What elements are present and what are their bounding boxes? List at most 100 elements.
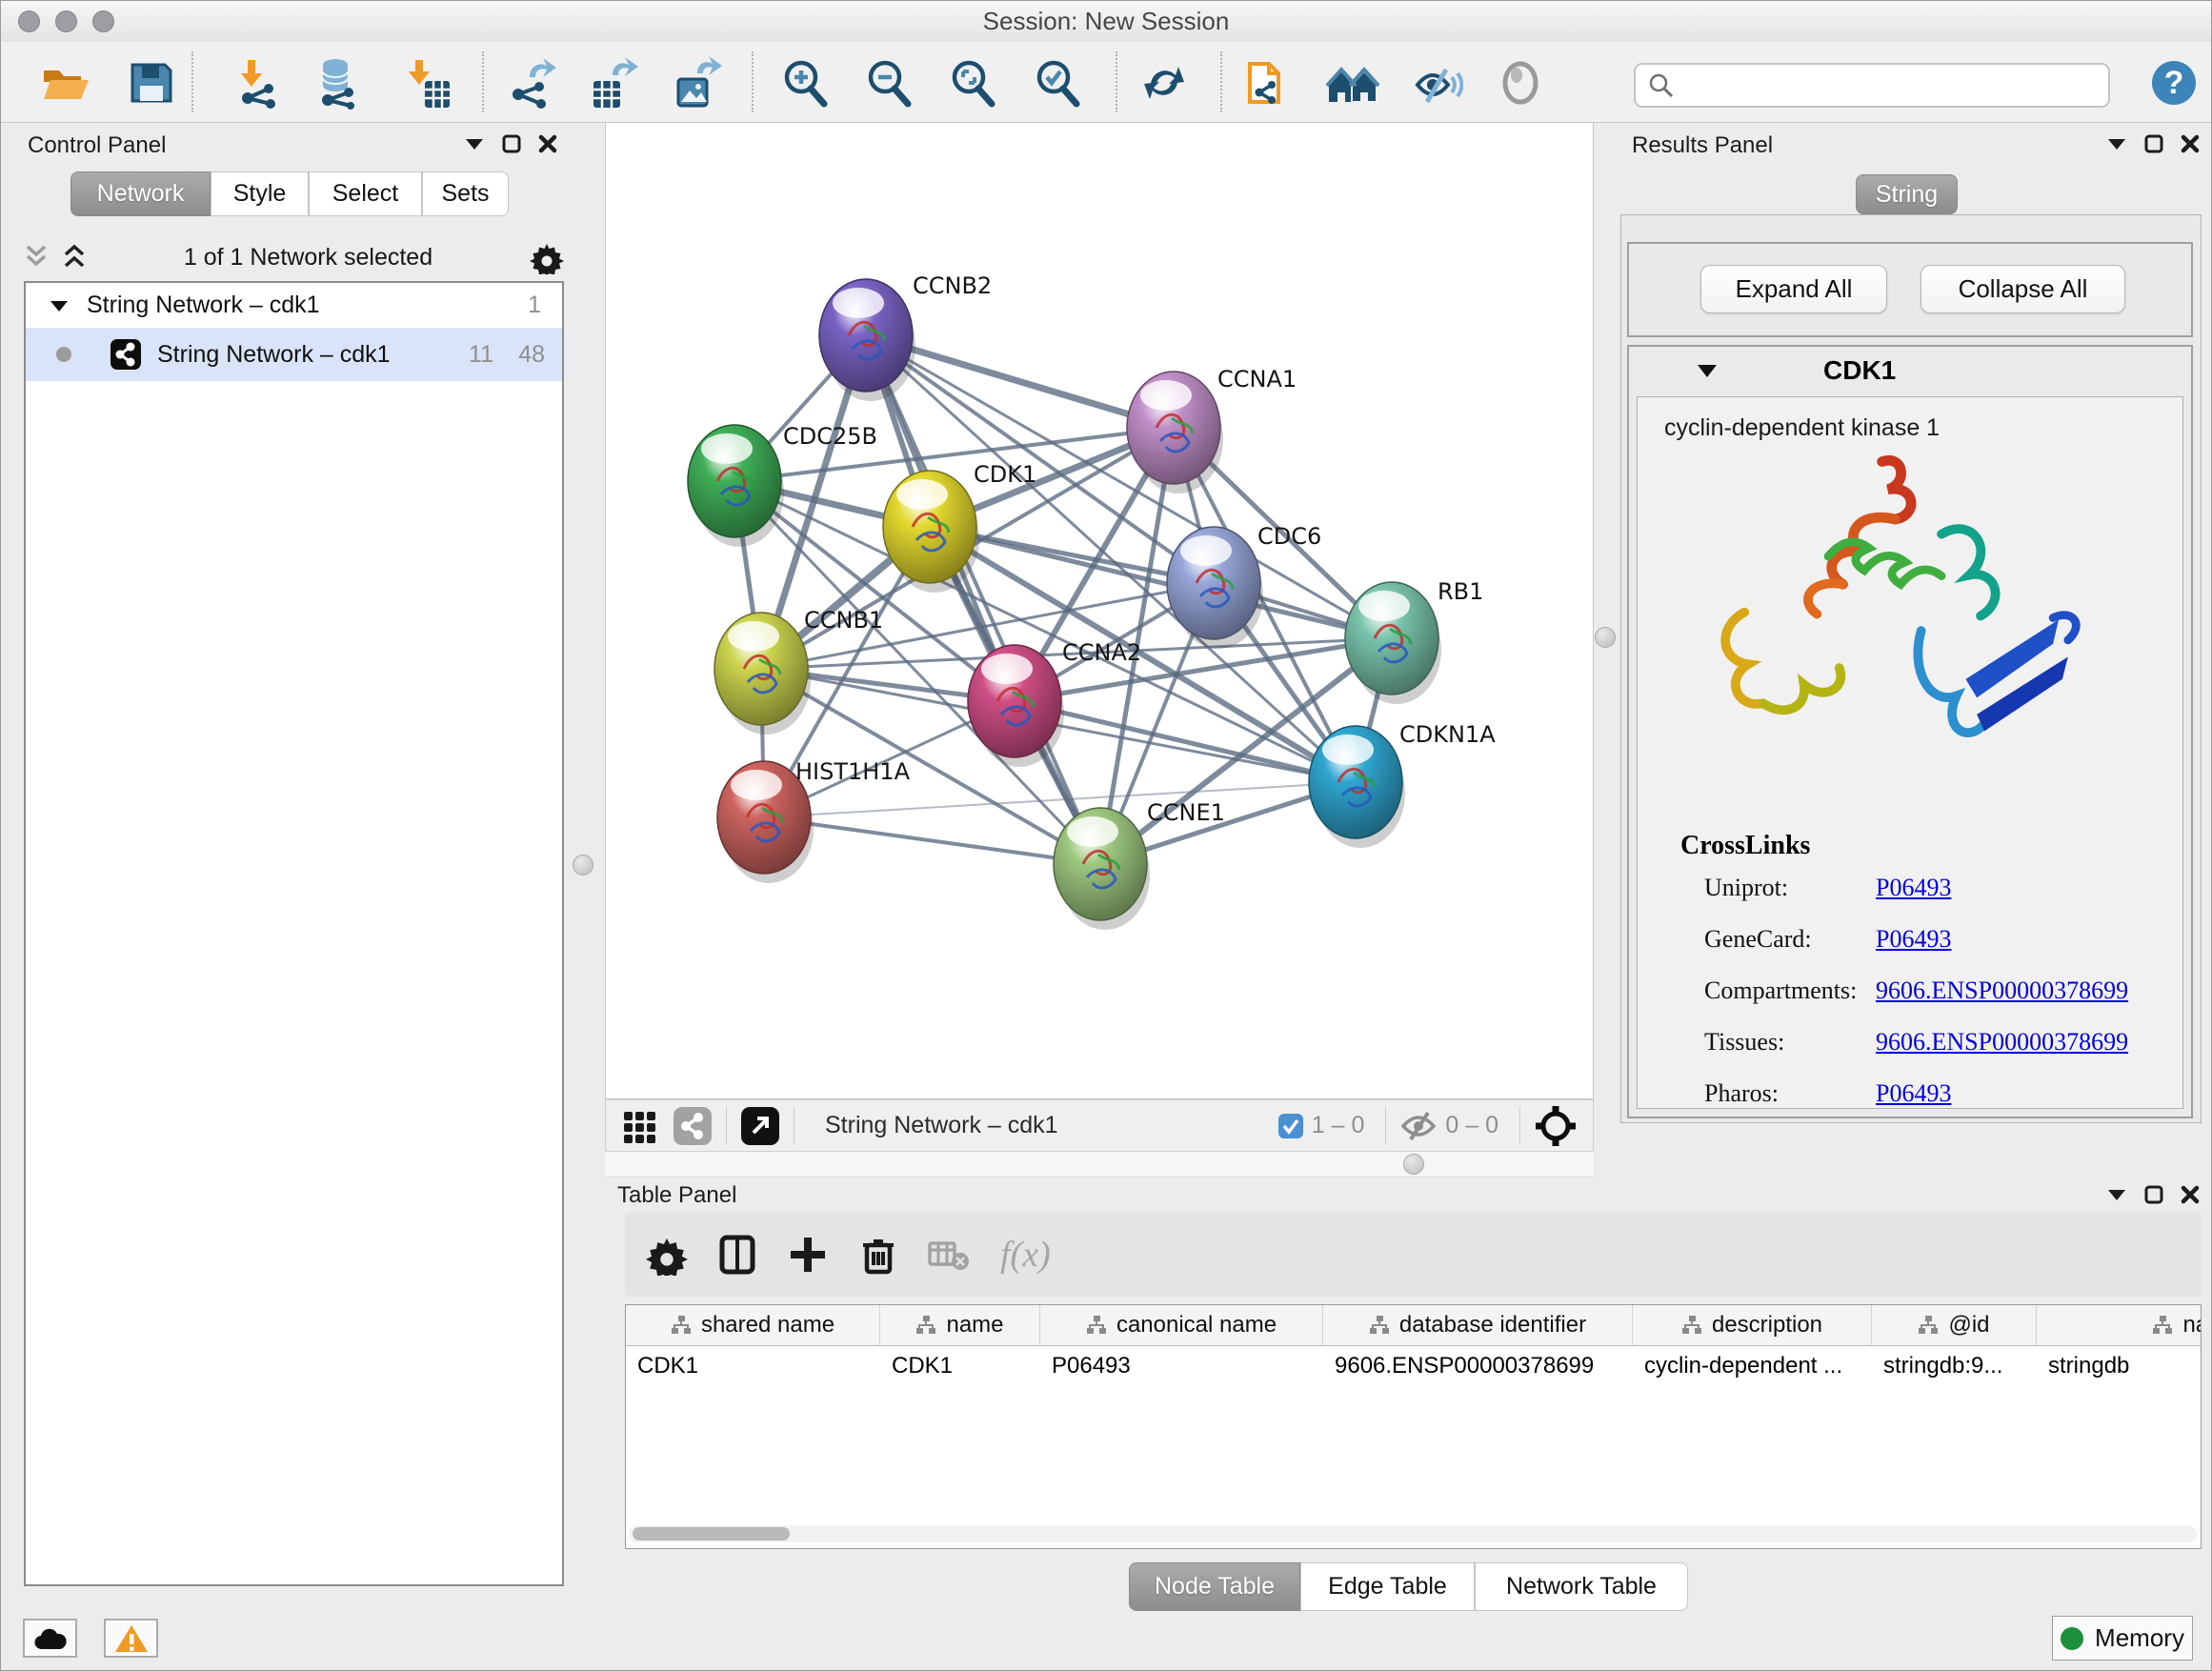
node-CDK1[interactable] [883, 471, 979, 593]
zoom-out-button[interactable] [861, 55, 916, 111]
panel-menu-icon[interactable] [2106, 136, 2127, 151]
node-CDC25B[interactable] [688, 425, 784, 547]
table-row[interactable]: CDK1CDK1P064939606.ENSP00000378699cyclin… [626, 1346, 2201, 1386]
crosslink-link[interactable]: P06493 [1876, 925, 1951, 953]
protein-section-header[interactable]: CDK1 [1629, 347, 2191, 394]
left-splitter-grip[interactable] [573, 855, 593, 876]
column-header-@id[interactable]: @id [1872, 1305, 2037, 1345]
tab-network[interactable]: Network [70, 171, 211, 216]
column-header-shared-name[interactable]: shared name [626, 1305, 880, 1345]
table-cell[interactable]: cyclin-dependent ... [1633, 1346, 1872, 1386]
cloud-status-button[interactable] [23, 1619, 77, 1658]
network-collection-row[interactable]: String Network – cdk1 1 [26, 283, 562, 328]
hide-graphics-details-button[interactable] [1409, 55, 1464, 111]
node-CCNA1[interactable] [1127, 372, 1223, 493]
node-CCNB2[interactable] [819, 279, 915, 401]
collapse-all-button[interactable]: Collapse All [1920, 265, 2125, 313]
collapse-all-networks-icon[interactable] [24, 243, 49, 272]
edge-HIST1H1A-CCNE1[interactable] [764, 817, 1100, 864]
table-horizontal-scrollbar[interactable] [629, 1525, 2197, 1542]
section-expander-icon[interactable] [1696, 362, 1719, 379]
crosslink-link[interactable]: 9606.ENSP00000378699 [1876, 976, 2128, 1004]
expand-all-networks-icon[interactable] [62, 243, 87, 272]
close-panel-icon[interactable] [2181, 134, 2200, 153]
show-graphics-details-button[interactable] [1493, 55, 1548, 111]
close-panel-icon[interactable] [538, 134, 557, 153]
birds-eye-toggle-icon[interactable] [1534, 1104, 1578, 1148]
expand-all-button[interactable]: Expand All [1700, 265, 1887, 313]
panel-menu-icon[interactable] [2106, 1187, 2127, 1202]
export-image-button[interactable] [668, 55, 723, 111]
column-header-name[interactable]: name [880, 1305, 1040, 1345]
tab-node-table[interactable]: Node Table [1129, 1562, 1300, 1611]
zoom-fit-button[interactable] [945, 55, 1000, 111]
tab-string[interactable]: String [1856, 174, 1958, 214]
open-session-button[interactable] [37, 55, 92, 111]
warnings-button[interactable] [104, 1619, 158, 1658]
float-panel-icon[interactable] [2144, 1185, 2163, 1204]
network-from-file-button[interactable] [1239, 55, 1295, 111]
crosslink-link[interactable]: P06493 [1876, 874, 1951, 901]
tab-sets[interactable]: Sets [422, 171, 509, 216]
search-input[interactable] [1676, 71, 2108, 100]
table-cell[interactable]: stringdb:9... [1872, 1346, 2037, 1386]
collection-expander-icon[interactable] [49, 298, 70, 313]
refresh-layout-button[interactable] [1136, 55, 1192, 111]
node-CCNB1[interactable] [714, 613, 811, 735]
zoom-selected-button[interactable] [1030, 55, 1085, 111]
float-panel-icon[interactable] [502, 134, 521, 153]
show-all-views-button[interactable] [1325, 55, 1380, 111]
table-cell[interactable]: CDK1 [880, 1346, 1040, 1386]
export-table-button[interactable] [585, 55, 640, 111]
tab-network-table[interactable]: Network Table [1475, 1562, 1688, 1611]
crosslink-link[interactable]: P06493 [1876, 1079, 1951, 1107]
export-network-button[interactable] [504, 55, 559, 111]
column-header-database-identifier[interactable]: database identifier [1323, 1305, 1633, 1345]
show-columns-icon[interactable] [716, 1234, 758, 1276]
splitter-grip[interactable] [1403, 1154, 1424, 1175]
node-CDKN1A[interactable] [1309, 726, 1405, 848]
table-cell[interactable]: stringdb [2037, 1346, 2202, 1386]
column-header-canonical-name[interactable]: canonical name [1040, 1305, 1323, 1345]
close-panel-icon[interactable] [2181, 1185, 2200, 1204]
network-options-gear-icon[interactable] [530, 240, 564, 274]
string-network-graph[interactable]: CCNB2CCNA1CDC25BCDK1CDC6RB1CCNB1CCNA2CDK… [606, 123, 1593, 1098]
table-cell[interactable]: 9606.ENSP00000378699 [1323, 1346, 1633, 1386]
create-column-icon[interactable] [787, 1234, 829, 1276]
node-CDC6[interactable] [1167, 527, 1263, 649]
node-RB1[interactable] [1345, 582, 1441, 704]
import-network-from-database-button[interactable] [310, 55, 365, 111]
zoom-in-button[interactable] [777, 55, 833, 111]
tab-style[interactable]: Style [211, 171, 309, 216]
save-session-button[interactable] [123, 55, 178, 111]
help-button[interactable]: ? [2146, 55, 2202, 111]
float-panel-icon[interactable] [2144, 134, 2163, 153]
right-splitter-grip[interactable] [1595, 627, 1616, 648]
view-grid-icon[interactable] [621, 1107, 659, 1145]
column-header-description[interactable]: description [1633, 1305, 1872, 1345]
table-options-gear-icon[interactable] [646, 1234, 688, 1276]
node-table[interactable]: shared namenamecanonical namedatabase id… [625, 1304, 2202, 1549]
global-search-field[interactable] [1634, 63, 2110, 108]
scrollbar-thumb[interactable] [633, 1527, 790, 1540]
panel-menu-icon[interactable] [464, 136, 485, 151]
network-canvas[interactable]: CCNB2CCNA1CDC25BCDK1CDC6RB1CCNB1CCNA2CDK… [605, 122, 1594, 1099]
hidden-eye-icon[interactable] [1399, 1111, 1438, 1141]
crosslink-link[interactable]: 9606.ENSP00000378699 [1876, 1028, 2128, 1056]
node-CCNE1[interactable] [1054, 808, 1150, 930]
column-header-namespace[interactable]: namespace [2037, 1305, 2202, 1345]
import-table-from-file-button[interactable] [399, 55, 454, 111]
detach-view-icon[interactable] [740, 1106, 780, 1146]
tab-edge-table[interactable]: Edge Table [1300, 1562, 1475, 1611]
horizontal-splitter[interactable] [605, 1152, 1594, 1178]
delete-column-icon[interactable] [857, 1234, 899, 1276]
node-CCNA2[interactable] [968, 645, 1064, 767]
import-network-from-file-button[interactable] [231, 55, 287, 111]
network-view-icon[interactable] [673, 1106, 713, 1146]
table-cell[interactable]: CDK1 [626, 1346, 880, 1386]
network-row-selected[interactable]: String Network – cdk1 11 48 [26, 328, 562, 381]
memory-button[interactable]: Memory [2052, 1616, 2193, 1661]
table-cell[interactable]: P06493 [1040, 1346, 1323, 1386]
tab-select[interactable]: Select [309, 171, 422, 216]
selected-checkbox-icon[interactable] [1277, 1113, 1304, 1139]
